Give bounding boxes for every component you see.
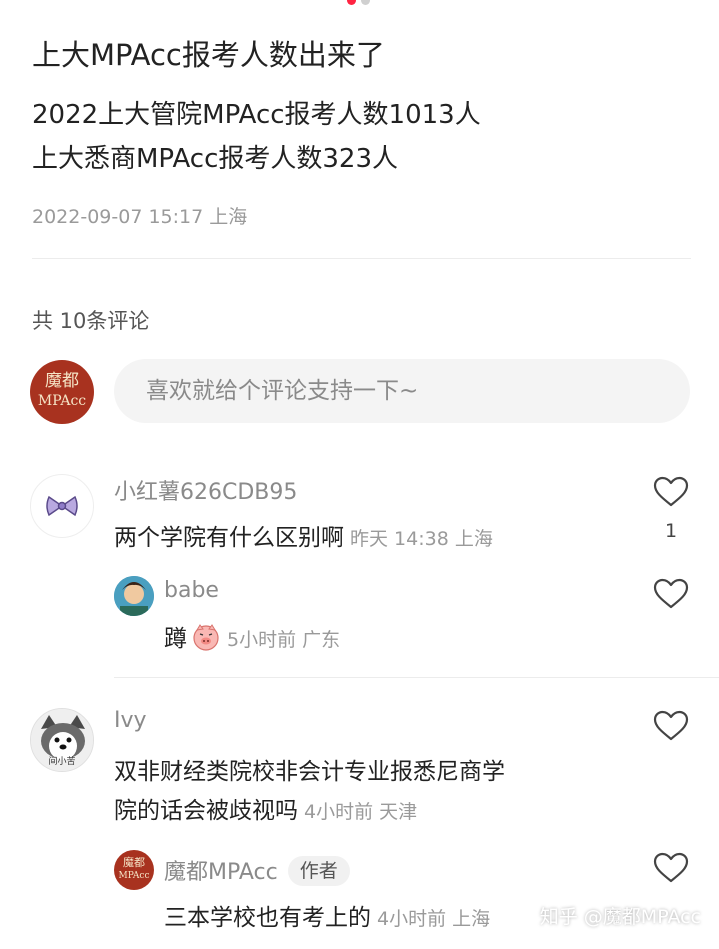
reply-username[interactable]: babe [164, 578, 219, 603]
page-dot-inactive[interactable] [361, 0, 370, 5]
comment-meta: 4小时前 天津 [304, 801, 418, 823]
post-date: 2022-09-07 15:17 上海 [32, 206, 248, 228]
avatar[interactable] [114, 576, 154, 616]
pig-emoji-icon [193, 624, 219, 651]
comment-text-line-2: 院的话会被歧视吗 4小时前 天津 [114, 791, 417, 825]
bow-icon [46, 495, 78, 517]
heart-outline-icon[interactable] [653, 852, 689, 884]
page-dot-active[interactable] [347, 0, 356, 5]
post-title: 上大MPAcc报考人数出来了 [32, 38, 385, 72]
heart-outline-icon[interactable] [653, 710, 689, 742]
comment-text: 两个学院有什么区别啊 昨天 14:38 上海 [114, 518, 493, 552]
reply-text: 蹲 5小时前 广东 [164, 619, 340, 653]
divider [32, 258, 691, 259]
avatar[interactable] [30, 474, 94, 538]
my-avatar[interactable]: 魔都 MPAcc [30, 360, 94, 424]
reply-body: 蹲 [164, 626, 187, 652]
avatar-caption: 间小苦 [48, 757, 76, 767]
comment-meta: 昨天 14:38 上海 [350, 528, 493, 550]
author-avatar[interactable]: 魔都 MPAcc [114, 850, 154, 890]
comment-username[interactable]: 小红薯626CDB95 [114, 474, 297, 506]
reply-username[interactable]: 魔都MPAcc [164, 860, 278, 885]
comment-username[interactable]: Ivy [114, 708, 147, 733]
reply-text: 三本学校也有考上的 4小时前 上海 [164, 898, 490, 932]
my-avatar-text-2: MPAcc [37, 393, 87, 409]
author-avatar-text-2: MPAcc [118, 871, 150, 881]
author-badge: 作者 [287, 856, 350, 886]
heart-outline-icon[interactable] [653, 476, 689, 508]
comment-count: 共 10条评论 [32, 309, 150, 333]
comment-body: 两个学院有什么区别啊 [114, 525, 344, 551]
comment-text-line-1: 双非财经类院校非会计专业报悉尼商学 [114, 759, 505, 785]
page-indicator [345, 0, 375, 6]
comment-input[interactable]: 喜欢就给个评论支持一下~ [114, 359, 690, 423]
like-count: 1 [664, 520, 678, 542]
reply-username-row: 魔都MPAcc 作者 [164, 854, 350, 886]
heart-outline-icon[interactable] [653, 578, 689, 610]
watermark: 知乎 @魔都MPAcc [539, 906, 701, 928]
post-body-line-2: 上大悉商MPAcc报考人数323人 [32, 144, 398, 174]
author-avatar-text-1: 魔都 [123, 856, 145, 869]
divider [114, 677, 719, 678]
reply-meta: 4小时前 上海 [377, 908, 491, 930]
comment-body: 院的话会被歧视吗 [114, 798, 298, 824]
avatar[interactable]: 间小苦 [30, 708, 94, 772]
post-body-line-1: 2022上大管院MPAcc报考人数1013人 [32, 100, 481, 130]
my-avatar-text-1: 魔都 [45, 371, 79, 391]
avatar-image [114, 576, 154, 616]
reply-meta: 5小时前 广东 [227, 629, 341, 651]
reply-body: 三本学校也有考上的 [164, 905, 371, 931]
